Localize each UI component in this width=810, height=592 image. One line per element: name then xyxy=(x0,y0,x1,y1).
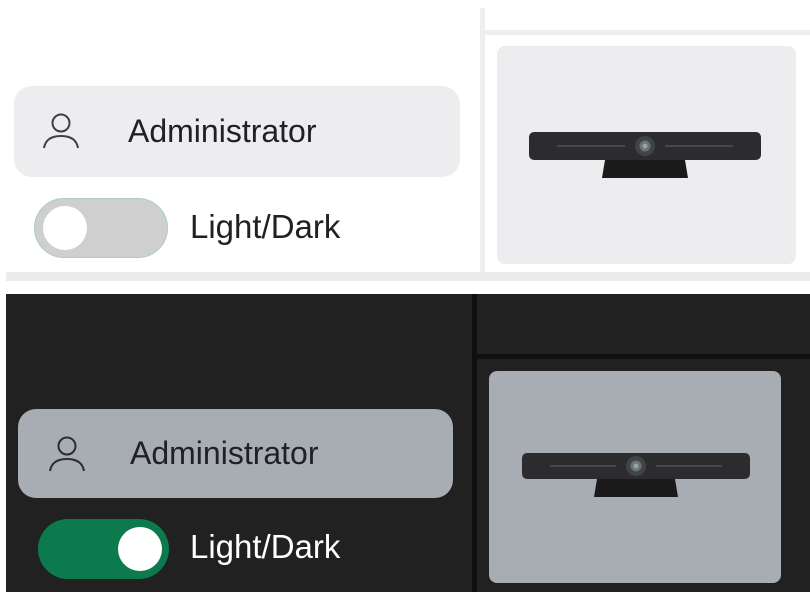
video-bar-camera-icon xyxy=(522,453,750,497)
theme-toggle-label: Light/Dark xyxy=(190,528,341,565)
theme-toggle[interactable] xyxy=(34,198,168,258)
theme-toggle[interactable] xyxy=(38,519,169,579)
vertical-divider xyxy=(480,8,485,276)
dark-theme-panel: Administrator Light/Dark xyxy=(6,294,810,592)
video-bar-camera-icon xyxy=(529,132,761,178)
user-name-label: Administrator xyxy=(128,113,317,149)
user-icon xyxy=(49,436,85,472)
vertical-divider xyxy=(472,294,477,592)
horizontal-divider xyxy=(485,30,810,35)
user-name-label: Administrator xyxy=(130,435,319,471)
toggle-knob xyxy=(118,527,162,571)
light-theme-panel: Administrator Light/Dark xyxy=(0,0,810,281)
horizontal-divider xyxy=(477,354,810,359)
bottom-divider xyxy=(6,272,810,281)
user-icon xyxy=(43,113,79,149)
theme-toggle-label: Light/Dark xyxy=(190,208,341,245)
toggle-knob xyxy=(43,206,87,250)
